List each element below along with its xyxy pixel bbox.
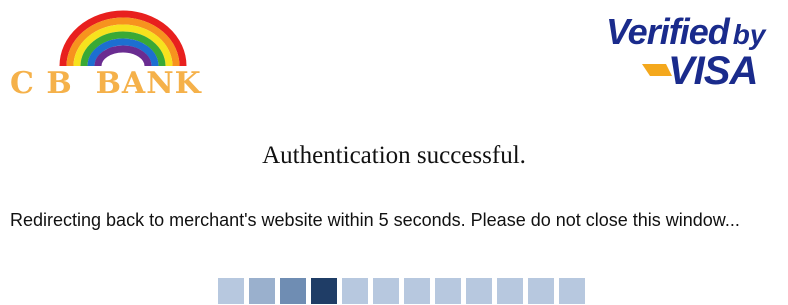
- by-word: by: [732, 19, 766, 50]
- progress-block-active: [311, 278, 337, 304]
- redirect-message: Redirecting back to merchant's website w…: [10, 210, 740, 230]
- progress-block: [373, 278, 399, 304]
- authentication-status-title: Authentication successful.: [262, 142, 526, 169]
- progress-block: [280, 278, 306, 304]
- progress-block: [466, 278, 492, 304]
- verified-word: Verified: [606, 11, 730, 52]
- bank-name: C B BANK: [10, 66, 202, 101]
- rainbow-icon: [59, 10, 187, 67]
- progress-block: [342, 278, 368, 304]
- cb-bank-logo: C B BANK: [10, 8, 280, 101]
- progress-block: [249, 278, 275, 304]
- progress-block: [404, 278, 430, 304]
- progress-block: [528, 278, 554, 304]
- verified-by-visa-logo: Verified by VISA: [606, 12, 784, 98]
- progress-block: [435, 278, 461, 304]
- redirect-progress-indicator: [218, 278, 585, 304]
- progress-block: [559, 278, 585, 304]
- progress-block: [497, 278, 523, 304]
- visa-word: VISA: [668, 49, 758, 93]
- progress-block: [218, 278, 244, 304]
- authentication-page: C B BANK Verified by VISA Authentication …: [0, 0, 788, 305]
